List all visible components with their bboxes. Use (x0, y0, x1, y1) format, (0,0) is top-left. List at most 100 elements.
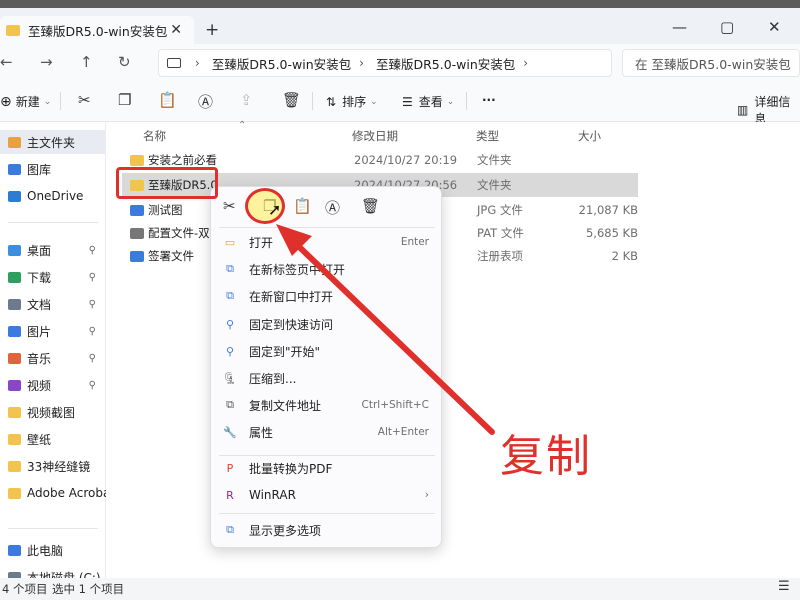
delete-icon[interactable]: 🗑 (282, 91, 301, 109)
cut-icon[interactable]: ✂ (223, 197, 236, 215)
paste-icon[interactable]: 📋 (293, 197, 312, 215)
context-menu-item[interactable]: ⚲ 固定到快速访问 (211, 311, 443, 337)
chevron-right-icon: › (359, 56, 364, 70)
file-size: 5,685 KB (585, 226, 638, 240)
view-label: 查看 (418, 95, 443, 109)
command-bar: ⊕ 新建 ⌄ ✂ ❐ 📋 Ⓐ ⇪ 🗑 ⇅ 排序 ⌄ ☰ 查看 ⌄ ··· ▥ 详… (0, 80, 800, 126)
tab-title: 至臻版DR5.0-win安装包 (28, 23, 168, 39)
pin-icon: ⚲ (225, 317, 235, 331)
file-icon (130, 227, 144, 239)
back-button[interactable]: ← (0, 53, 13, 71)
chevron-down-icon: ⌄ (446, 96, 455, 107)
sidebar-item[interactable]: 文档 ⚲ (0, 292, 106, 316)
sidebar-item-label: 33神经缝镜 (27, 459, 91, 474)
sort-arrow-icon: ⌃ (238, 120, 247, 131)
search-input[interactable]: 在 至臻版DR5.0-win安装包 (622, 49, 800, 77)
sidebar-item[interactable]: 图片 ⚲ (0, 319, 106, 343)
file-name: 签署文件 (148, 249, 194, 263)
sidebar-item[interactable]: Adobe Acroba (0, 481, 106, 505)
context-menu-label: 批量转换为PDF (249, 461, 333, 476)
context-menu-label: 打开 (249, 235, 274, 250)
context-menu-item[interactable]: ⧉ 在新标签页中打开 (211, 256, 443, 282)
more-button[interactable]: ··· (482, 93, 496, 107)
context-menu-item[interactable]: ▭ 打开 Enter (211, 229, 443, 255)
sidebar-item[interactable]: 视频 ⚲ (0, 373, 106, 397)
folder-icon (8, 406, 21, 418)
sidebar-item[interactable]: 图库 (0, 157, 106, 181)
minimize-button[interactable]: — (672, 18, 687, 36)
sort-button[interactable]: ⇅ 排序 ⌄ (326, 93, 378, 110)
context-menu-shortcut: › (424, 489, 429, 501)
computer-icon (167, 58, 181, 68)
forward-button[interactable]: → (40, 53, 53, 71)
context-menu-item[interactable]: 🗜 压缩到... (211, 365, 443, 391)
maximize-button[interactable]: ▢ (720, 18, 734, 36)
context-menu-shortcut: Alt+Enter (377, 426, 429, 438)
download-icon (8, 271, 21, 283)
column-header-name[interactable]: 名称 (143, 128, 166, 144)
sidebar-item[interactable]: 视频截图 (0, 400, 106, 424)
context-menu-item[interactable]: R WinRAR › (211, 482, 443, 508)
sidebar-item[interactable]: OneDrive (0, 184, 106, 208)
file-name: 安装之前必看 (148, 153, 217, 167)
context-menu-item[interactable]: ⚲ 固定到"开始" (211, 338, 443, 364)
file-type: 文件夹 (477, 178, 512, 192)
sidebar-item-label: OneDrive (27, 189, 84, 203)
sidebar-item[interactable]: 33神经缝镜 (0, 454, 106, 478)
context-menu-item[interactable]: 🔧 属性 Alt+Enter (211, 419, 443, 445)
chevron-down-icon: ⌄ (43, 96, 52, 107)
breadcrumb-item[interactable]: 至臻版DR5.0-win安装包 (376, 54, 515, 73)
sidebar-item[interactable]: 此电脑 (0, 538, 106, 562)
up-button[interactable]: ↑ (80, 53, 93, 71)
paste-icon[interactable]: 📋 (158, 91, 177, 109)
sidebar-item-label: 桌面 (27, 243, 52, 258)
sidebar-item[interactable]: 音乐 ⚲ (0, 346, 106, 370)
pin-start-icon: ⚲ (225, 344, 235, 358)
screen-top-strip (0, 0, 800, 8)
context-menu-item[interactable]: P 批量转换为PDF (211, 455, 443, 481)
pin-icon: ⚲ (88, 325, 96, 337)
copy-icon[interactable]: ❐ (118, 91, 131, 109)
rename-icon[interactable]: Ⓐ (325, 197, 340, 218)
cut-icon[interactable]: ✂ (78, 91, 91, 109)
tab-close-icon[interactable]: ✕ (170, 22, 182, 38)
home-icon (8, 136, 21, 148)
details-view-icon[interactable]: ☰ (778, 579, 790, 594)
tab-current[interactable]: 至臻版DR5.0-win安装包 ✕ (0, 16, 194, 44)
pin-icon: ⚲ (88, 298, 96, 310)
context-menu-item[interactable]: ⧉ 显示更多选项 (211, 517, 443, 543)
gallery-icon (8, 163, 21, 175)
delete-icon[interactable]: 🗑 (361, 197, 380, 215)
file-type: PAT 文件 (477, 226, 524, 240)
column-header-size[interactable]: 大小 (578, 128, 601, 144)
context-menu: ✂ ❐ 📋 Ⓐ 🗑 ▭打开Enter⧉在新标签页中打开⧉在新窗口中打开⚲固定到快… (210, 186, 442, 548)
column-header-type[interactable]: 类型 (476, 128, 499, 144)
sidebar-item[interactable]: 下载 ⚲ (0, 265, 106, 289)
refresh-button[interactable]: ↻ (118, 53, 131, 71)
context-menu-item[interactable]: ⧉ 在新窗口中打开 (211, 283, 443, 309)
context-menu-label: 固定到快速访问 (249, 317, 334, 332)
sidebar-item-label: 视频截图 (27, 405, 76, 420)
new-button[interactable]: ⊕ 新建 ⌄ (0, 93, 51, 110)
sidebar-item[interactable]: 壁纸 (0, 427, 106, 451)
rename-icon[interactable]: Ⓐ (198, 91, 213, 112)
view-button[interactable]: ☰ 查看 ⌄ (402, 93, 454, 110)
zip-icon: 🗜 (223, 371, 237, 385)
context-menu-item[interactable]: ⧉ 复制文件地址 Ctrl+Shift+C (211, 392, 443, 418)
sidebar-item[interactable]: 桌面 ⚲ (0, 238, 106, 262)
close-window-button[interactable]: ✕ (768, 18, 781, 36)
share-icon[interactable]: ⇪ (240, 91, 253, 109)
folder-icon (8, 460, 21, 472)
sidebar-item-label: 视频 (27, 378, 52, 393)
selected-count: 选中 1 个项目 (52, 582, 125, 596)
chevron-right-icon: › (195, 56, 200, 70)
sidebar-item-label: 下载 (27, 270, 52, 285)
new-tab-button[interactable]: + (205, 20, 219, 40)
sidebar-item-label: 此电脑 (27, 543, 64, 558)
breadcrumb[interactable]: › 至臻版DR5.0-win安装包 › 至臻版DR5.0-win安装包 › (158, 49, 612, 77)
sidebar-item[interactable]: 主文件夹 (0, 130, 106, 154)
wrench-icon: 🔧 (223, 425, 237, 439)
breadcrumb-item[interactable]: 至臻版DR5.0-win安装包 (212, 54, 351, 73)
column-header-date[interactable]: 修改日期 (352, 128, 398, 144)
context-menu-label: 属性 (249, 425, 274, 440)
